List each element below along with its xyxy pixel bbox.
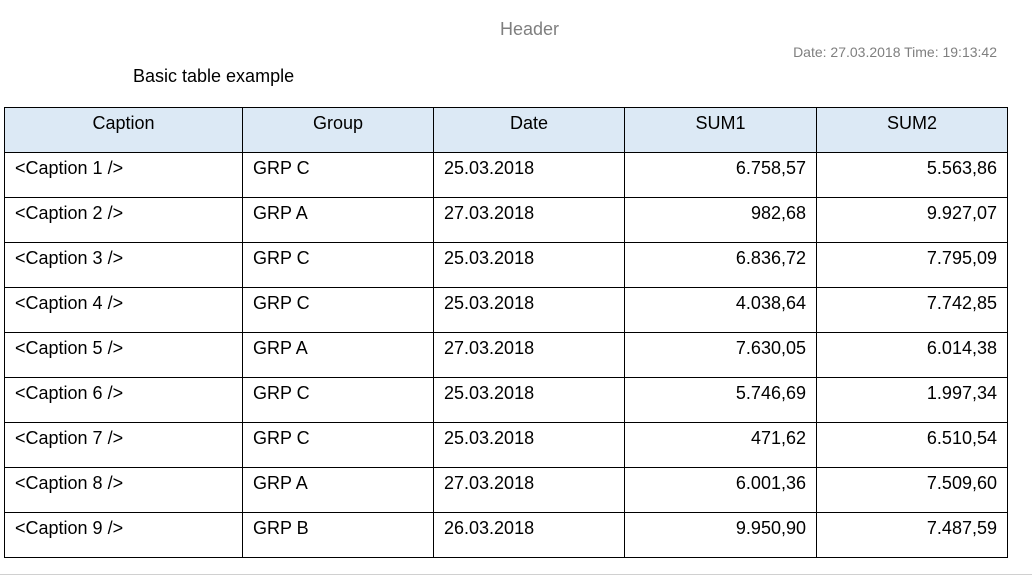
column-header-group: Group (242, 107, 434, 153)
cell-sum1: 9.950,90 (624, 512, 817, 558)
cell-group: GRP B (242, 512, 434, 558)
cell-group: GRP A (242, 332, 434, 378)
table-row: <Caption 8 /> GRP A 27.03.2018 6.001,36 … (4, 467, 1008, 513)
cell-caption: <Caption 4 /> (4, 287, 243, 333)
cell-sum1: 7.630,05 (624, 332, 817, 378)
cell-caption: <Caption 7 /> (4, 422, 243, 468)
table-row: <Caption 9 /> GRP B 26.03.2018 9.950,90 … (4, 512, 1008, 558)
cell-group: GRP C (242, 287, 434, 333)
cell-sum2: 7.795,09 (816, 242, 1008, 288)
cell-sum2: 7.742,85 (816, 287, 1008, 333)
table-row: <Caption 1 /> GRP C 25.03.2018 6.758,57 … (4, 152, 1008, 198)
cell-caption: <Caption 9 /> (4, 512, 243, 558)
cell-sum2: 7.509,60 (816, 467, 1008, 513)
report-title: Basic table example (133, 66, 295, 86)
cell-sum1: 982,68 (624, 197, 817, 243)
cell-sum1: 6.836,72 (624, 242, 817, 288)
cell-group: GRP C (242, 422, 434, 468)
cell-sum2: 6.014,38 (816, 332, 1008, 378)
page-header: Header (499, 19, 560, 39)
report-timestamp: Date: 27.03.2018 Time: 19:13:42 (793, 44, 997, 60)
cell-date: 27.03.2018 (433, 197, 625, 243)
cell-group: GRP A (242, 197, 434, 243)
table-row: <Caption 6 /> GRP C 25.03.2018 5.746,69 … (4, 377, 1008, 423)
cell-caption: <Caption 3 /> (4, 242, 243, 288)
cell-sum1: 6.758,57 (624, 152, 817, 198)
bottom-divider (0, 574, 1032, 575)
cell-date: 27.03.2018 (433, 467, 625, 513)
table-row: <Caption 4 /> GRP C 25.03.2018 4.038,64 … (4, 287, 1008, 333)
cell-date: 25.03.2018 (433, 287, 625, 333)
cell-sum2: 1.997,34 (816, 377, 1008, 423)
cell-sum2: 9.927,07 (816, 197, 1008, 243)
cell-group: GRP C (242, 242, 434, 288)
table-row: <Caption 7 /> GRP C 25.03.2018 471,62 6.… (4, 422, 1008, 468)
table-row: <Caption 2 /> GRP A 27.03.2018 982,68 9.… (4, 197, 1008, 243)
cell-sum1: 4.038,64 (624, 287, 817, 333)
table-row: <Caption 5 /> GRP A 27.03.2018 7.630,05 … (4, 332, 1008, 378)
cell-date: 25.03.2018 (433, 152, 625, 198)
cell-group: GRP C (242, 152, 434, 198)
column-header-date: Date (433, 107, 625, 153)
cell-sum1: 5.746,69 (624, 377, 817, 423)
cell-sum2: 5.563,86 (816, 152, 1008, 198)
cell-date: 25.03.2018 (433, 377, 625, 423)
cell-caption: <Caption 1 /> (4, 152, 243, 198)
column-header-sum2: SUM2 (816, 107, 1008, 153)
table-header-row: Caption Group Date SUM1 SUM2 (4, 107, 1008, 153)
cell-group: GRP A (242, 467, 434, 513)
cell-group: GRP C (242, 377, 434, 423)
cell-sum2: 6.510,54 (816, 422, 1008, 468)
column-header-caption: Caption (4, 107, 243, 153)
cell-caption: <Caption 8 /> (4, 467, 243, 513)
report-table: Caption Group Date SUM1 SUM2 <Caption 1 … (4, 107, 1008, 558)
cell-date: 26.03.2018 (433, 512, 625, 558)
cell-caption: <Caption 2 /> (4, 197, 243, 243)
cell-sum1: 6.001,36 (624, 467, 817, 513)
cell-date: 27.03.2018 (433, 332, 625, 378)
cell-sum2: 7.487,59 (816, 512, 1008, 558)
cell-date: 25.03.2018 (433, 242, 625, 288)
cell-caption: <Caption 6 /> (4, 377, 243, 423)
cell-caption: <Caption 5 /> (4, 332, 243, 378)
column-header-sum1: SUM1 (624, 107, 817, 153)
cell-date: 25.03.2018 (433, 422, 625, 468)
cell-sum1: 471,62 (624, 422, 817, 468)
table-row: <Caption 3 /> GRP C 25.03.2018 6.836,72 … (4, 242, 1008, 288)
